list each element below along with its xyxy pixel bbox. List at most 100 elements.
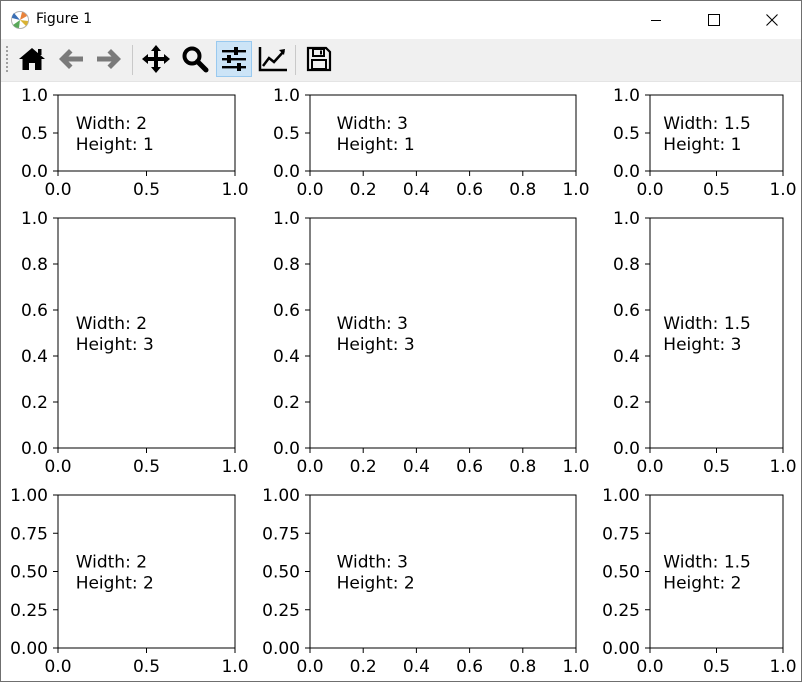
x-tick-label: 0.6	[456, 180, 483, 200]
x-tick-label: 1.0	[562, 457, 589, 477]
subplot-axes[interactable]: 0.0 0.5 1.0 0.0 0.5 1.0 Width: 2Height: 1	[21, 86, 249, 200]
x-tick-label: 1.0	[769, 457, 796, 477]
x-tick-label: 0.8	[509, 657, 536, 677]
y-tick-label: 0.0	[273, 162, 300, 182]
x-tick-label: 0.0	[44, 180, 71, 200]
subplot-annotation: Height: 1	[663, 135, 741, 155]
subplot-annotation: Height: 3	[76, 335, 154, 355]
matplotlib-app-icon	[10, 10, 30, 30]
x-tick-label: 0.4	[403, 657, 430, 677]
y-tick-label: 1.0	[613, 86, 640, 106]
y-tick-label: 1.0	[273, 86, 300, 106]
edit-axes-button[interactable]	[255, 41, 291, 77]
y-tick-label: 0.2	[21, 393, 48, 413]
subplot-annotation: Height: 2	[337, 574, 415, 594]
y-tick-label: 0.5	[21, 124, 48, 144]
figure-canvas[interactable]: 0.0 0.5 1.0 0.0 0.5 1.0 Width: 2 Height: 1 0.0 0.…	[1, 82, 801, 681]
subplot-axes[interactable]: 0.0 0.5 1.0 0.0 0.2 0.4 0.6 0.8 1.0 Width: 2Heigh…	[21, 209, 249, 477]
pan-icon	[142, 45, 170, 73]
y-tick-label: 0.75	[602, 524, 640, 544]
subplot-grid: 0.0 0.5 1.00.00.51.0Width: 2Height: 10.0 0.…	[10, 86, 797, 677]
subplot-annotation: Height: 1	[337, 135, 415, 155]
x-tick-label: 1.0	[769, 657, 796, 677]
subplot-annotation: Height: 1	[76, 135, 154, 155]
y-tick-label: 1.0	[273, 209, 300, 229]
subplot-axes[interactable]: 0.0 0.5 1.0 0.0 0.5 1.0 Width: 1.5Height: 1	[613, 86, 797, 200]
y-tick-label: 1.00	[602, 486, 640, 506]
y-tick-label: 0.2	[273, 393, 300, 413]
close-button[interactable]	[743, 1, 801, 39]
x-tick-label: 1.0	[221, 457, 248, 477]
maximize-button[interactable]	[685, 1, 743, 39]
zoom-icon	[182, 46, 209, 73]
y-tick-label: 0.8	[613, 255, 640, 275]
close-icon	[766, 14, 778, 26]
subplot-annotation: Height: 2	[76, 574, 154, 594]
subplot-axes[interactable]: 0.0 0.2 0.4 0.6 0.8 1.0 0.0 0.5 1.0 Width: 3Heigh…	[273, 86, 590, 200]
back-button[interactable]	[53, 41, 89, 77]
y-tick-label: 0.6	[21, 301, 48, 321]
subplot-annotation: Height: 2	[663, 574, 741, 594]
subplot-axes[interactable]: 0.0 0.5 1.0 0.00 0.25 0.50 0.75 1.00 Width: 1.5H…	[602, 486, 796, 677]
y-tick-label: 0.4	[273, 347, 300, 367]
x-tick-label: 0.5	[133, 180, 160, 200]
y-tick-label: 0.0	[613, 162, 640, 182]
pan-button[interactable]	[138, 41, 174, 77]
x-tick-label: 0.0	[296, 457, 323, 477]
subplot-axes[interactable]: 0.0 0.5 1.0 0.00 0.25 0.50 0.75 1.00 Width: 2Hei…	[10, 486, 248, 677]
home-button[interactable]	[14, 41, 50, 77]
x-tick-label: 0.0	[44, 657, 71, 677]
y-tick-label: 0.25	[262, 601, 300, 621]
toolbar-grip[interactable]	[5, 44, 9, 76]
subplot-annotation: Width: 3	[337, 553, 408, 573]
y-tick-label: 0.25	[10, 601, 48, 621]
x-tick-label: 0.0	[636, 180, 663, 200]
subplot-annotation: Height: 3	[663, 335, 741, 355]
x-tick-label: 0.5	[703, 457, 730, 477]
subplot-axes[interactable]: 0.0 0.2 0.4 0.6 0.8 1.0 0.0 0.2 0.4 0.6 0.8 1.0 Widt…	[273, 209, 590, 477]
x-tick-label: 1.0	[769, 180, 796, 200]
y-tick-label: 1.0	[21, 209, 48, 229]
save-icon	[306, 46, 332, 72]
maximize-icon	[708, 14, 720, 26]
subplot-annotation: Width: 2	[76, 314, 147, 334]
x-tick-label: 1.0	[221, 180, 248, 200]
y-tick-label: 0.0	[613, 439, 640, 459]
forward-arrow-icon	[97, 49, 121, 69]
subplot-annotation: Width: 1.5	[663, 314, 751, 334]
configure-subplots-button[interactable]	[216, 41, 252, 77]
y-tick-label: 0.5	[613, 124, 640, 144]
x-tick-label: 1.0	[562, 180, 589, 200]
save-button[interactable]	[301, 41, 337, 77]
y-tick-label: 0.6	[273, 301, 300, 321]
y-tick-label: 0.75	[262, 524, 300, 544]
forward-button[interactable]	[91, 41, 127, 77]
x-tick-label: 0.6	[456, 657, 483, 677]
y-tick-label: 1.00	[262, 486, 300, 506]
subplot-axes[interactable]: 0.0 0.5 1.0 0.0 0.2 0.4 0.6 0.8 1.0 Width: 1.5Hei…	[613, 209, 797, 477]
y-tick-label: 0.50	[602, 563, 640, 583]
y-tick-label: 1.00	[10, 486, 48, 506]
toolbar-separator	[132, 45, 133, 75]
x-tick-label: 0.2	[350, 657, 377, 677]
y-tick-label: 0.0	[273, 439, 300, 459]
edit-axes-icon	[258, 47, 287, 72]
minimize-button[interactable]	[627, 1, 685, 39]
title-bar[interactable]: Figure 1	[1, 1, 801, 39]
y-tick-label: 0.6	[613, 301, 640, 321]
home-icon	[19, 48, 45, 70]
y-tick-label: 0.50	[10, 563, 48, 583]
x-tick-label: 0.0	[636, 457, 663, 477]
subplot-annotation: Width: 2	[76, 553, 147, 573]
zoom-button[interactable]	[177, 41, 213, 77]
y-tick-label: 0.50	[262, 563, 300, 583]
navigation-toolbar	[1, 39, 801, 82]
x-tick-label: 0.0	[636, 657, 663, 677]
subplot-annotation: Width: 1.5	[663, 553, 751, 573]
x-tick-label: 0.8	[509, 180, 536, 200]
subplot-axes[interactable]: 0.0 0.2 0.4 0.6 0.8 1.0 0.00 0.25 0.50 0.75 1.00 Wi…	[262, 486, 589, 677]
y-tick-label: 0.00	[262, 639, 300, 659]
y-tick-label: 0.4	[21, 347, 48, 367]
y-tick-label: 1.0	[613, 209, 640, 229]
y-tick-label: 0.25	[602, 601, 640, 621]
